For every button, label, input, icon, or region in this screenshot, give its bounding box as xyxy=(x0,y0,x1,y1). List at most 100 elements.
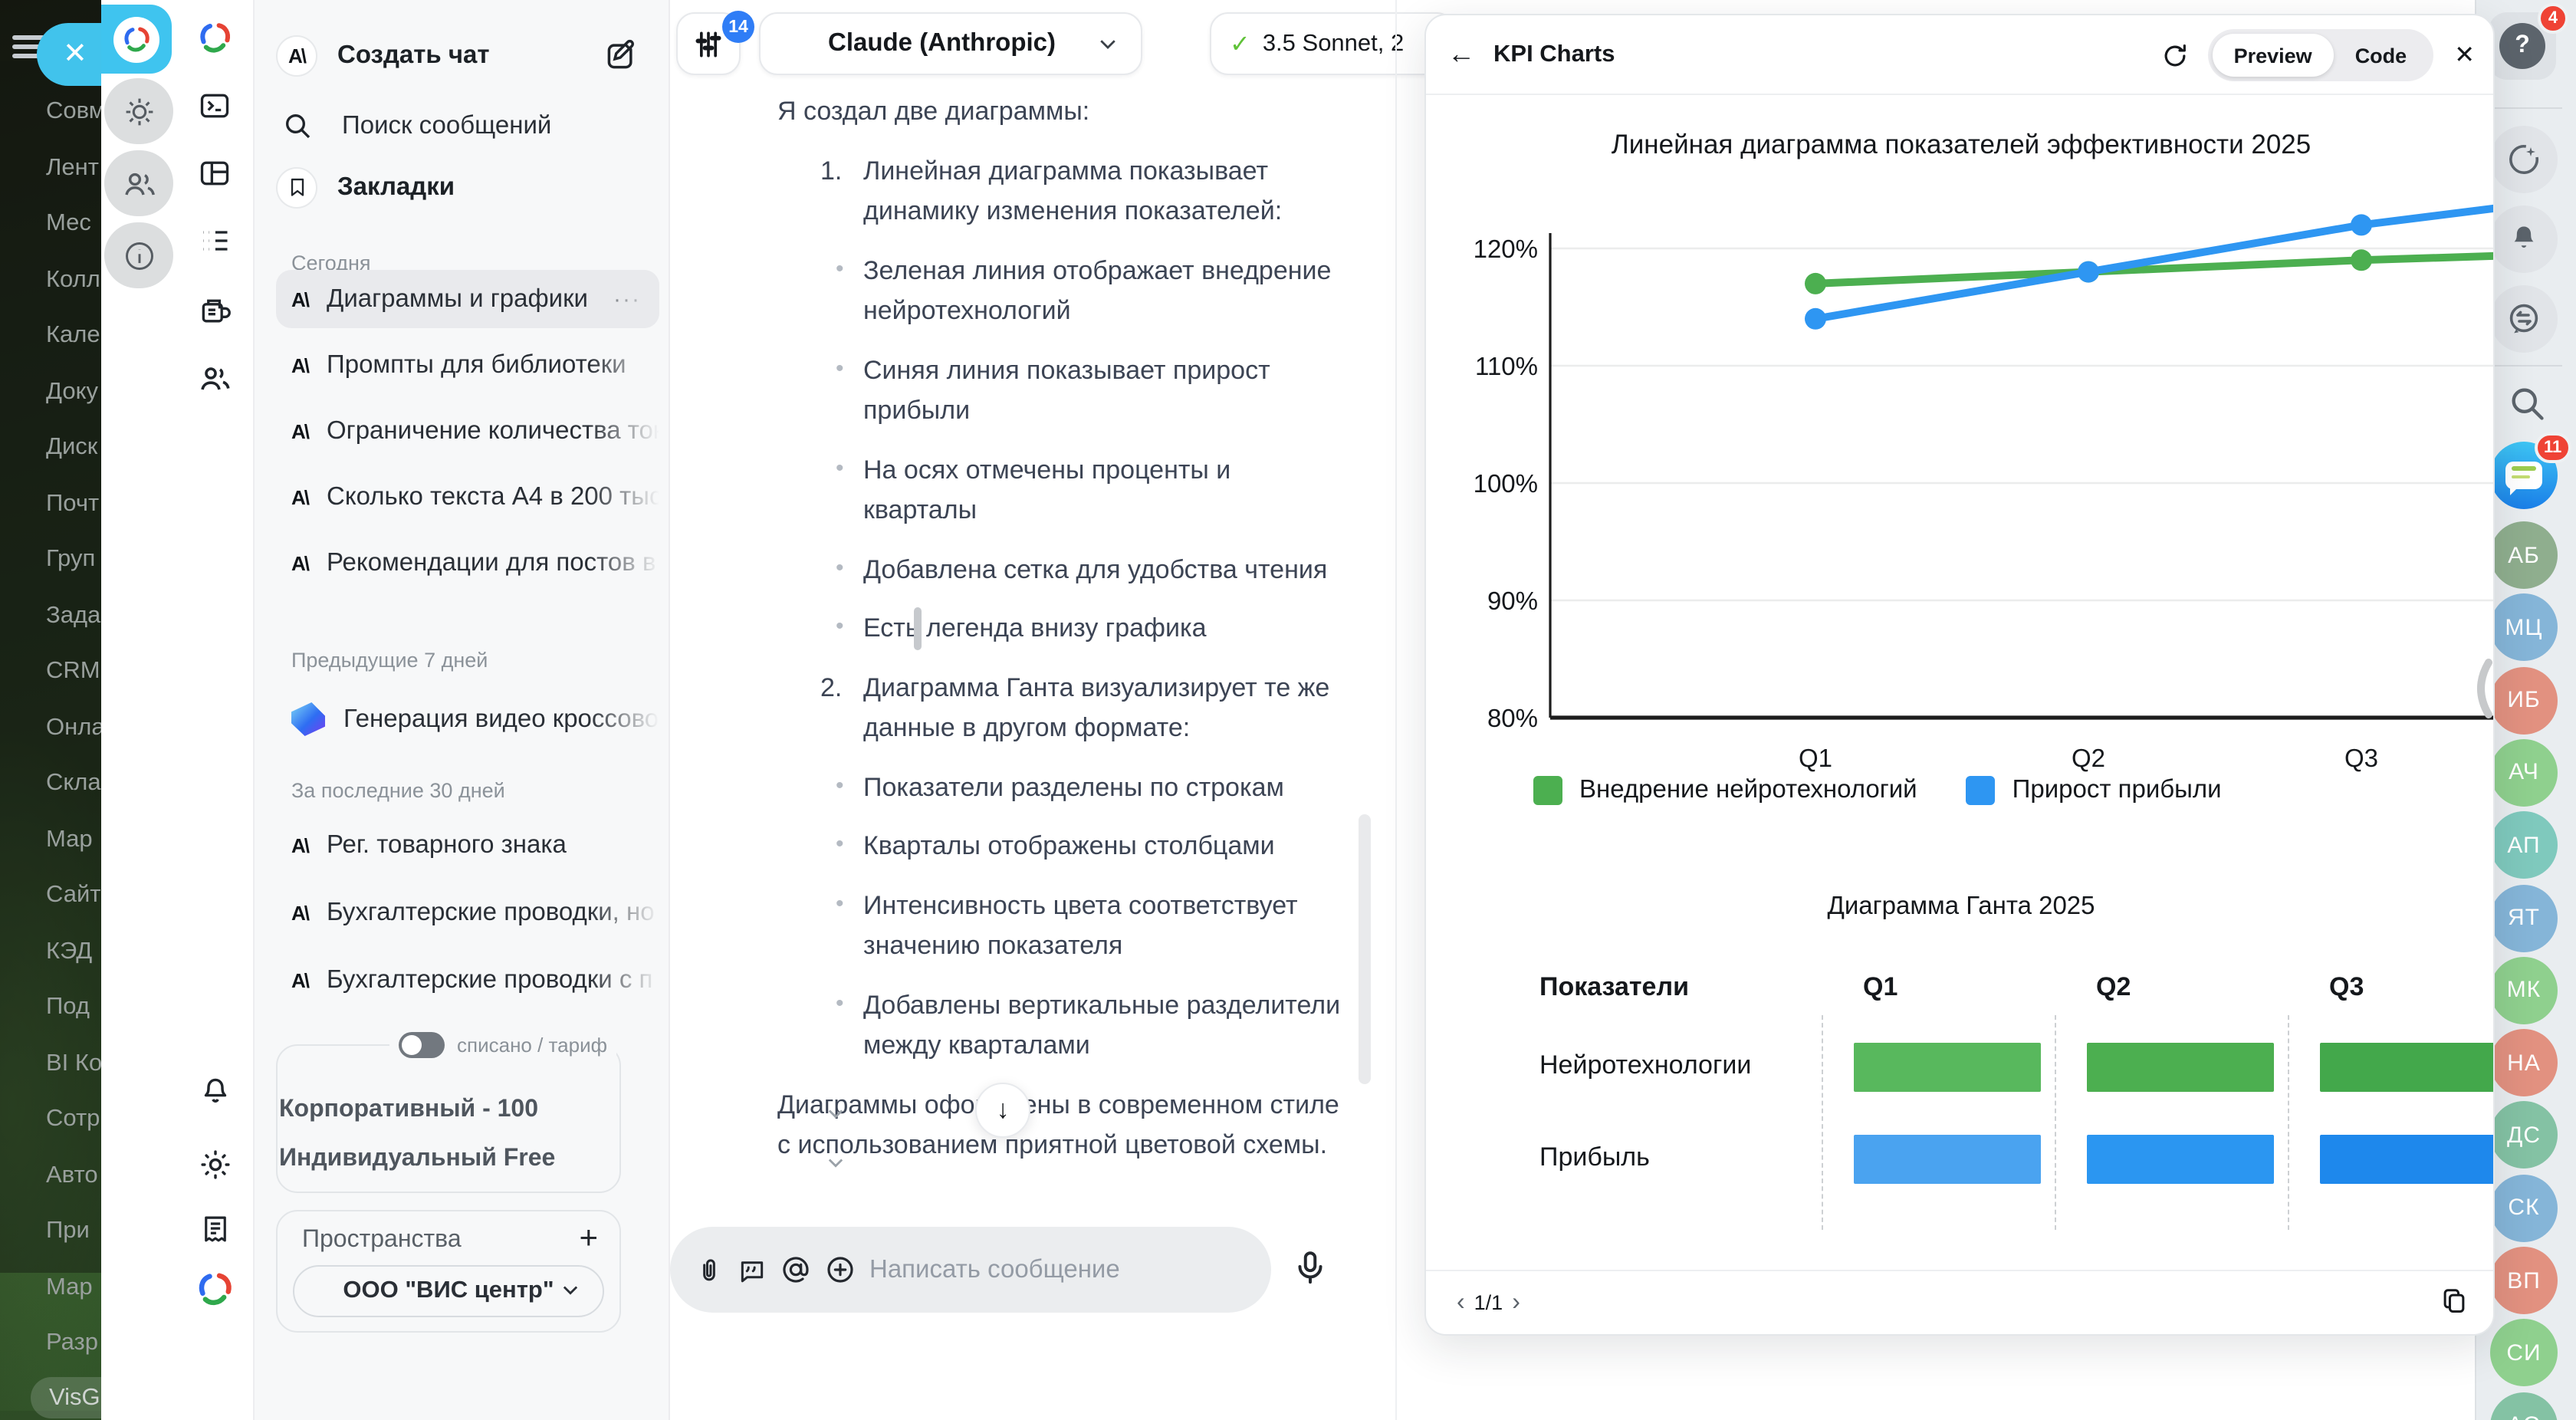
avatar[interactable]: НА xyxy=(2490,1029,2558,1096)
dialogs-button[interactable] xyxy=(2490,285,2558,353)
copy-icon[interactable] xyxy=(2440,1287,2469,1316)
quote-bubble-icon[interactable] xyxy=(738,1255,767,1284)
chat-list-item[interactable]: A\ Диаграммы и графики ··· xyxy=(276,270,659,328)
chat-settings-button[interactable]: 14 xyxy=(676,12,741,75)
avatar[interactable]: ВП xyxy=(2490,1247,2558,1314)
bookmarks-button[interactable]: Закладки xyxy=(276,159,649,215)
workspace-menu-item[interactable]: Почт xyxy=(0,476,101,532)
chat-scrollbar[interactable] xyxy=(1359,814,1371,1084)
refresh-icon[interactable] xyxy=(2160,41,2190,70)
notifications-button[interactable] xyxy=(2490,205,2558,273)
workspace-menu-item[interactable]: При xyxy=(0,1204,101,1260)
workspace-menu-item[interactable]: Мар xyxy=(0,1260,101,1316)
contacts-icon[interactable] xyxy=(175,353,255,405)
workspace-menu-item[interactable]: Диск xyxy=(0,420,101,476)
chat-list-item[interactable]: A\ Промпты для библиотеки xyxy=(276,336,659,394)
back-icon[interactable]: ← xyxy=(1447,38,1475,71)
workspace-menu-item[interactable]: CRM xyxy=(0,644,101,700)
space-selector[interactable]: ООО "ВИС центр" xyxy=(293,1265,604,1317)
avatar[interactable]: АП xyxy=(2490,811,2558,879)
page-prev-icon[interactable]: ‹ xyxy=(1447,1289,1474,1316)
tab-code[interactable]: Code xyxy=(2334,34,2429,77)
plan-corporate[interactable]: Корпоративный - 100 xyxy=(279,1096,538,1124)
workspace-menu-item[interactable]: Сотр xyxy=(0,1092,101,1148)
receipt-icon[interactable] xyxy=(175,1202,255,1254)
create-chat-button[interactable]: A\ Создать чат xyxy=(276,28,649,83)
tariff-toggle-row[interactable]: списано / тариф xyxy=(389,1032,616,1058)
workspace-menu-item[interactable]: BI Ко xyxy=(0,1036,101,1092)
kanban-board-icon[interactable] xyxy=(175,147,255,199)
chat-list-scrollbar[interactable] xyxy=(914,607,922,650)
visgpt-app-tile[interactable] xyxy=(101,5,172,74)
search-icon[interactable] xyxy=(2507,383,2547,423)
messenger-bubble-icon xyxy=(2505,462,2542,489)
avatar[interactable]: АС xyxy=(2490,1392,2558,1420)
avatar[interactable]: МЦ xyxy=(2490,594,2558,662)
compose-icon[interactable] xyxy=(604,38,638,72)
avatar[interactable]: ДС xyxy=(2490,1102,2558,1169)
item-menu-icon[interactable]: ··· xyxy=(613,286,641,312)
fax-icon[interactable] xyxy=(175,285,255,337)
plan-individual[interactable]: Индивидуальный Free xyxy=(279,1146,555,1173)
copilot-button[interactable] xyxy=(2490,126,2558,193)
workspace-menu-item[interactable]: Зада xyxy=(0,588,101,644)
workspace-menu-item[interactable]: Онла xyxy=(0,700,101,756)
model-selector[interactable]: Claude (Anthropic) xyxy=(759,12,1142,75)
people-pill-button[interactable] xyxy=(104,150,173,216)
workspace-menu-item[interactable]: Мар xyxy=(0,812,101,868)
chat-list-item[interactable]: A\ Бухгалтерские проводки, но xyxy=(276,883,659,942)
workspace-menu-item-active[interactable]: VisG xyxy=(31,1377,101,1418)
workspace-menu-item[interactable]: Кале xyxy=(0,308,101,364)
scroll-to-bottom-button[interactable]: ↓ xyxy=(975,1083,1030,1138)
terminal-icon[interactable] xyxy=(175,80,255,132)
attach-icon[interactable] xyxy=(695,1255,724,1284)
workspace-menu-item[interactable]: Колл xyxy=(0,252,101,308)
chevron-down-icon[interactable] xyxy=(825,1152,846,1173)
chat-list-item[interactable]: A\ Бухгалтерские проводки с п xyxy=(276,951,659,1009)
bell-icon[interactable] xyxy=(175,1061,255,1113)
workspace-menu-item[interactable]: Груп xyxy=(0,532,101,588)
workspace-menu-item[interactable]: Сайт xyxy=(0,868,101,924)
workspace-menu-item[interactable]: Под xyxy=(0,980,101,1036)
workspace-menu-item[interactable]: Авто xyxy=(0,1148,101,1204)
avatar[interactable]: ЯТ xyxy=(2490,884,2558,952)
settings-pill-button[interactable] xyxy=(104,78,173,144)
tab-preview[interactable]: Preview xyxy=(2213,34,2334,77)
model-status-pill[interactable]: ✓ 3.5 Sonnet, 2 xyxy=(1210,12,1455,75)
workspace-menu-item[interactable]: Разр xyxy=(0,1316,101,1372)
chevron-down-icon[interactable] xyxy=(825,1103,846,1124)
avatar[interactable]: МК xyxy=(2490,957,2558,1024)
message-input-bar[interactable] xyxy=(670,1227,1271,1313)
toggle-switch[interactable] xyxy=(399,1032,445,1058)
add-space-button[interactable]: + xyxy=(579,1221,598,1257)
avatar[interactable]: АБ xyxy=(2490,521,2558,589)
avatar[interactable]: ИБ xyxy=(2490,666,2558,734)
avatar[interactable]: АЧ xyxy=(2490,739,2558,807)
close-panel-icon[interactable]: ✕ xyxy=(2454,40,2475,71)
add-plus-icon[interactable] xyxy=(825,1254,856,1285)
chat-list-item[interactable]: Генерация видео кроссовок xyxy=(276,690,659,748)
workspace-menu-item[interactable]: Мес xyxy=(0,196,101,252)
avatar[interactable]: СИ xyxy=(2490,1320,2558,1387)
search-messages[interactable]: Поиск сообщений xyxy=(276,98,649,153)
chat-list-item[interactable]: A\ Рег. товарного знака xyxy=(276,816,659,874)
workspace-menu-item[interactable]: КЭД xyxy=(0,924,101,980)
workspace-menu-item[interactable]: Лент xyxy=(0,140,101,196)
workspace-menu-item[interactable]: Совм xyxy=(0,84,101,140)
page-next-icon[interactable]: › xyxy=(1503,1289,1530,1316)
chat-list-item[interactable]: A\ Сколько текста А4 в 200 тыс xyxy=(276,468,659,526)
chat-list-item[interactable]: A\ Ограничение количества ток xyxy=(276,402,659,460)
message-input[interactable] xyxy=(869,1255,1191,1284)
sliders-icon xyxy=(692,27,725,61)
workspace-menu-item[interactable]: Доку xyxy=(0,364,101,420)
microphone-icon[interactable] xyxy=(1291,1248,1329,1287)
task-list-icon[interactable] xyxy=(175,215,255,267)
theme-sun-icon[interactable] xyxy=(175,1138,255,1190)
chat-list-item[interactable]: A\ Рекомендации для постов в xyxy=(276,534,659,592)
visgpt-module-icon[interactable] xyxy=(175,12,255,64)
workspace-menu-item[interactable]: Скла xyxy=(0,756,101,812)
visgpt-logo-bottom-icon[interactable] xyxy=(175,1264,255,1316)
info-pill-button[interactable] xyxy=(104,222,173,288)
avatar[interactable]: СК xyxy=(2490,1174,2558,1241)
mention-icon[interactable] xyxy=(780,1254,811,1285)
